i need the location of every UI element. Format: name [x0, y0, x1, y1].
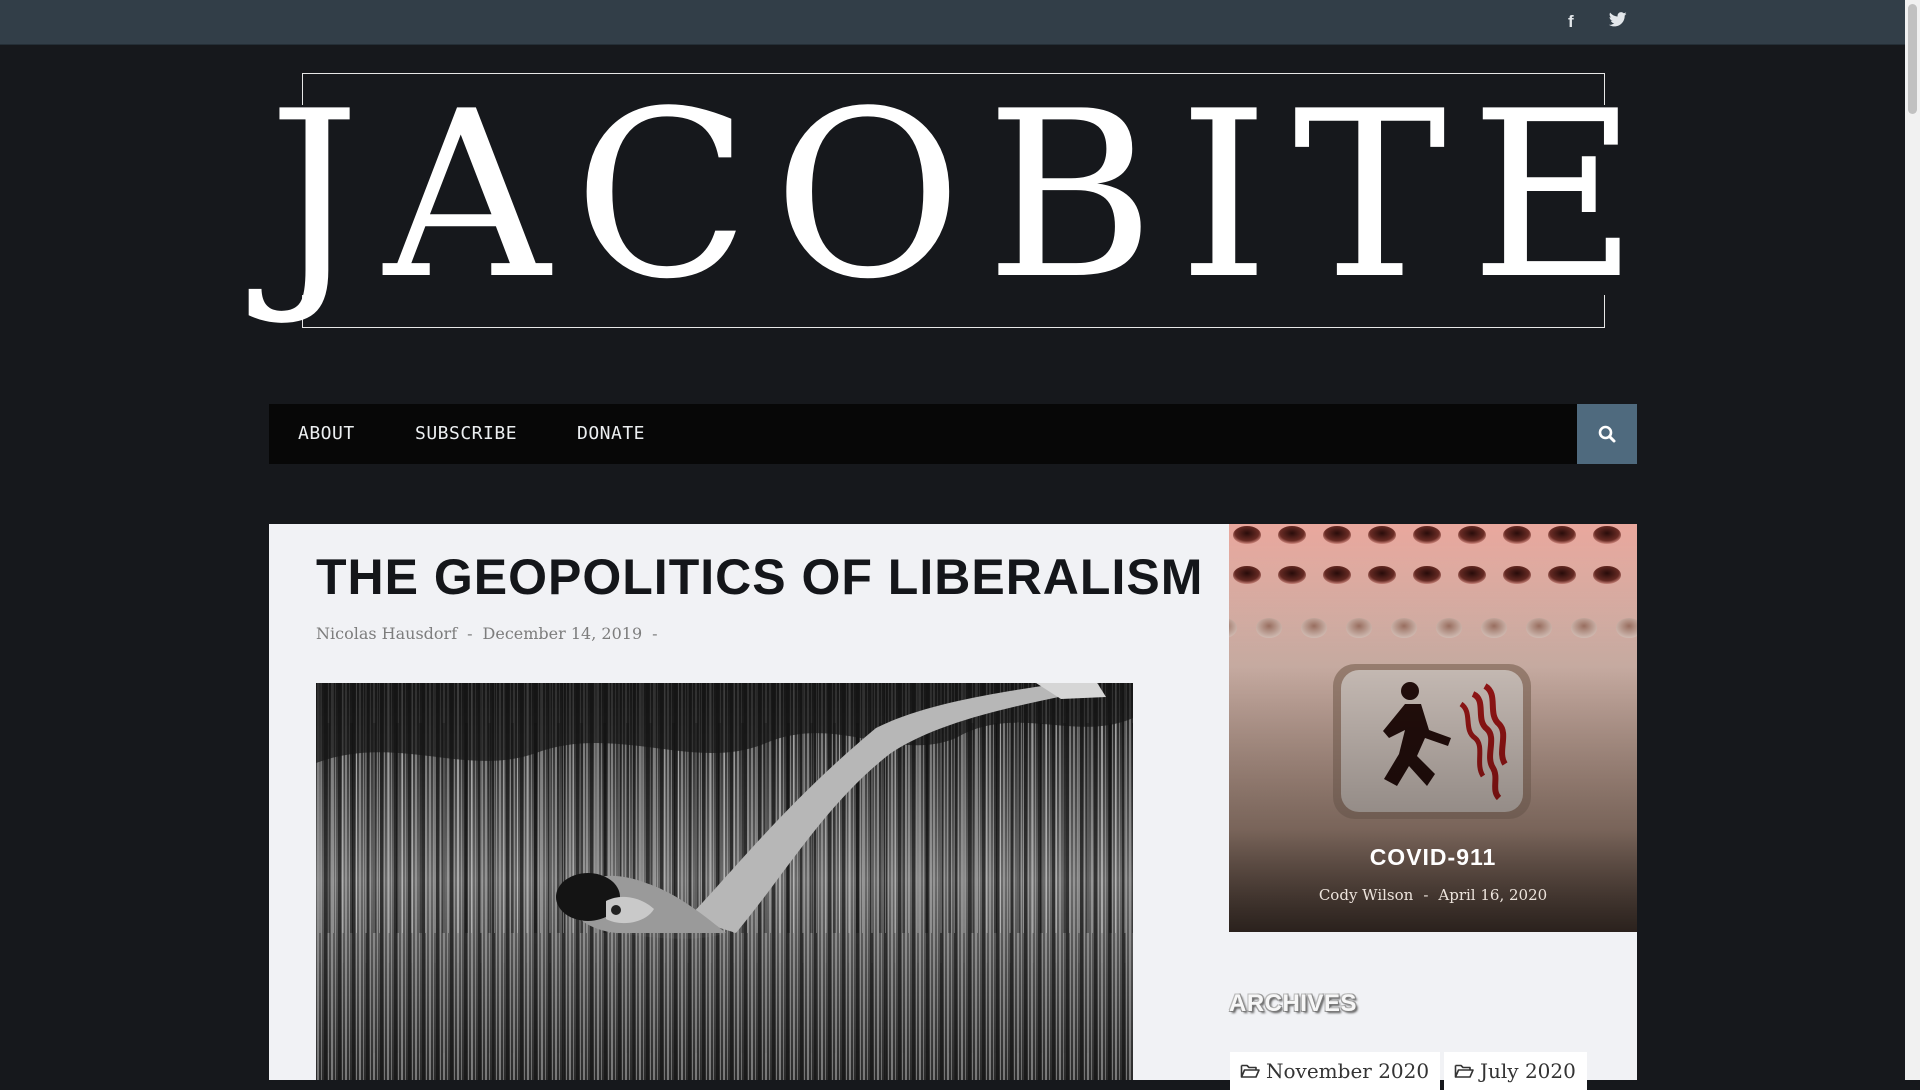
- page-scrollbar[interactable]: [1905, 0, 1920, 1080]
- featured-post-title[interactable]: COVID-911: [1229, 844, 1637, 871]
- logo-letter: A: [383, 63, 551, 330]
- featured-post-date: April 16, 2020: [1438, 886, 1548, 904]
- featured-post-author[interactable]: Cody Wilson: [1319, 886, 1414, 904]
- logo-letter: J: [268, 63, 361, 330]
- search-icon: [1598, 425, 1616, 443]
- sidebar: COVID-911 Cody Wilson - April 16, 2020 ARC…: [1229, 524, 1637, 1090]
- scrollbar-thumb[interactable]: [1908, 4, 1917, 114]
- archives-heading: ARCHIVES: [1229, 990, 1358, 1017]
- folder-open-icon: [1454, 1064, 1474, 1078]
- top-social-bar: f: [0, 0, 1905, 45]
- archive-item-label: November 2020: [1266, 1059, 1430, 1083]
- folder-open-icon: [1240, 1064, 1260, 1078]
- nav-donate[interactable]: DONATE: [577, 404, 645, 464]
- logo-letter: B: [985, 63, 1155, 330]
- post-featured-image[interactable]: [316, 683, 1133, 1080]
- post-date: December 14, 2019: [482, 624, 643, 643]
- post-title[interactable]: THE GEOPOLITICS OF LIBERALISM: [316, 548, 1203, 606]
- nav-subscribe[interactable]: SUBSCRIBE: [415, 404, 517, 464]
- archive-item[interactable]: July 2020: [1444, 1052, 1587, 1090]
- meta-separator: -: [467, 624, 473, 643]
- site-logo[interactable]: J A C O B I T E: [268, 82, 1638, 312]
- logo-letter: C: [573, 63, 750, 330]
- search-button[interactable]: [1577, 404, 1637, 464]
- featured-post-card[interactable]: COVID-911 Cody Wilson - April 16, 2020: [1229, 524, 1637, 932]
- post-card: THE GEOPOLITICS OF LIBERALISM Nicolas Ha…: [269, 524, 1229, 1080]
- twitter-icon[interactable]: [1608, 12, 1629, 32]
- featured-post-meta: Cody Wilson - April 16, 2020: [1229, 886, 1637, 904]
- logo-letter: I: [1178, 63, 1270, 330]
- archive-item[interactable]: November 2020: [1230, 1052, 1441, 1090]
- meta-separator: -: [1423, 886, 1429, 904]
- logo-letter: T: [1292, 63, 1447, 330]
- post-author[interactable]: Nicolas Hausdorf: [316, 624, 457, 643]
- post-meta: Nicolas Hausdorf - December 14, 2019-: [316, 624, 668, 643]
- archive-item-label: July 2020: [1480, 1059, 1576, 1083]
- logo-letter: O: [773, 63, 962, 330]
- main-nav: ABOUT SUBSCRIBE DONATE: [269, 404, 1637, 464]
- meta-separator: -: [652, 624, 658, 643]
- facebook-icon[interactable]: f: [1568, 12, 1574, 32]
- nav-about[interactable]: ABOUT: [298, 404, 355, 464]
- logo-letter: E: [1470, 63, 1638, 330]
